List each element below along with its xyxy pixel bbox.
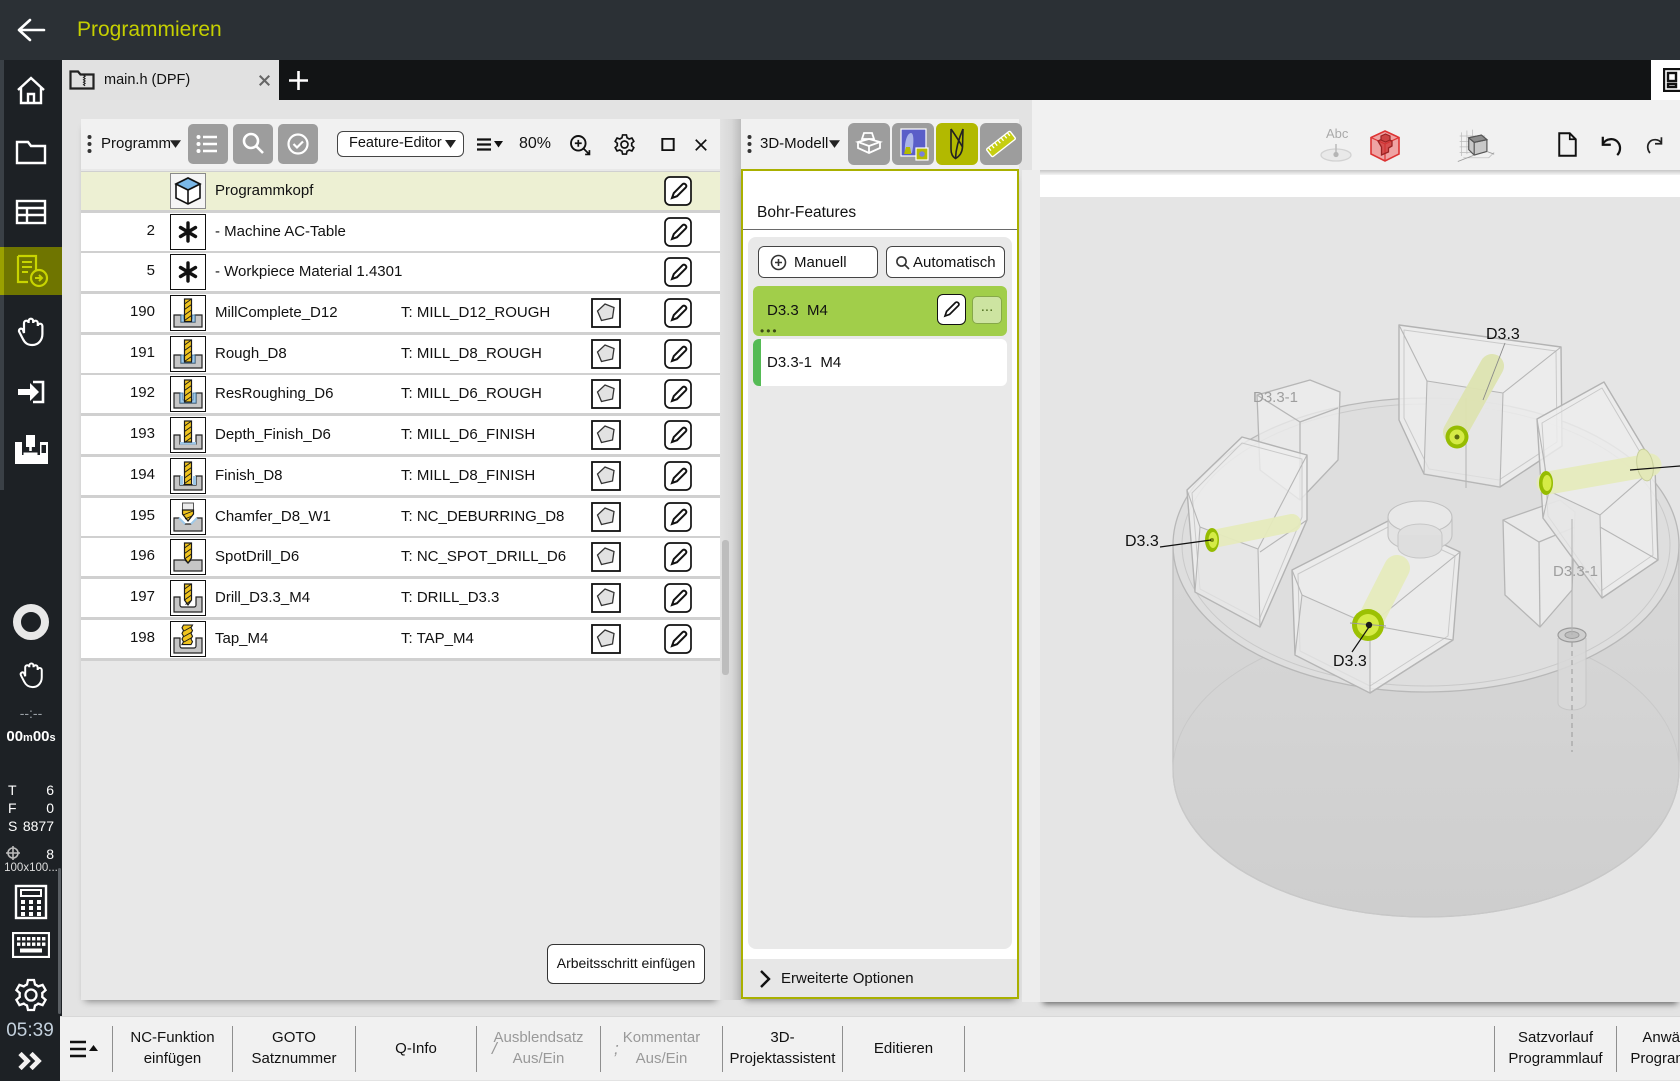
svg-text:D3.3: D3.3 (1333, 653, 1367, 670)
svg-text:D3.3-1: D3.3-1 (1553, 563, 1598, 580)
svg-text:D3.3-1: D3.3-1 (1253, 389, 1298, 406)
svg-text:D3.3: D3.3 (1486, 326, 1520, 343)
svg-text:D3.3: D3.3 (1125, 533, 1159, 550)
